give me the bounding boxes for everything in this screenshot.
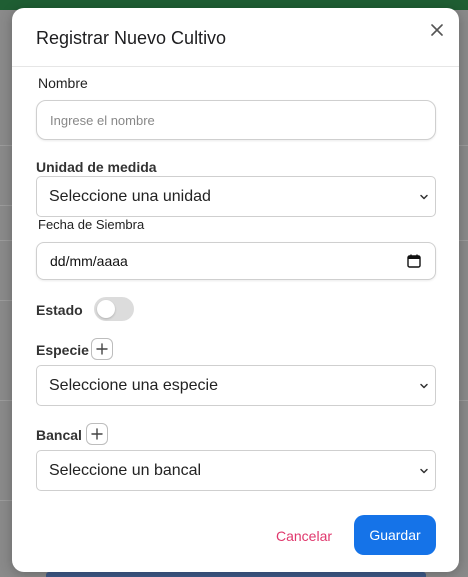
- cancel-button[interactable]: Cancelar: [276, 528, 332, 544]
- unidad-select-value: Seleccione una unidad: [49, 187, 211, 205]
- plus-icon: [96, 343, 108, 355]
- bancal-select-value: Seleccione un bancal: [49, 461, 202, 479]
- plus-icon: [91, 428, 103, 440]
- register-crop-modal: Registrar Nuevo Cultivo Nombre Ingrese e…: [12, 8, 459, 572]
- calendar-icon[interactable]: [407, 254, 421, 268]
- add-especie-button[interactable]: [91, 338, 113, 360]
- nombre-placeholder: Ingrese el nombre: [50, 112, 155, 128]
- estado-label: Estado: [36, 302, 83, 318]
- add-bancal-button[interactable]: [86, 423, 108, 445]
- unidad-label: Unidad de medida: [36, 159, 157, 175]
- save-button[interactable]: Guardar: [354, 515, 436, 555]
- nombre-label: Nombre: [38, 75, 88, 91]
- bancal-select[interactable]: Seleccione un bancal: [36, 450, 436, 491]
- unidad-select[interactable]: Seleccione una unidad: [36, 176, 436, 217]
- fecha-label: Fecha de Siembra: [38, 217, 145, 232]
- header-divider: [12, 66, 459, 67]
- background-button: [46, 572, 426, 577]
- especie-label: Especie: [36, 342, 89, 358]
- fecha-input[interactable]: dd/mm/aaaa: [36, 242, 436, 280]
- chevron-down-icon: [420, 383, 428, 388]
- especie-select-value: Seleccione una especie: [49, 376, 219, 394]
- bancal-label: Bancal: [36, 427, 82, 443]
- nombre-input[interactable]: Ingrese el nombre: [36, 100, 436, 140]
- toggle-knob: [97, 300, 115, 318]
- modal-title: Registrar Nuevo Cultivo: [36, 28, 227, 48]
- chevron-down-icon: [420, 194, 428, 199]
- chevron-down-icon: [420, 468, 428, 473]
- especie-select[interactable]: Seleccione una especie: [36, 365, 436, 406]
- close-icon[interactable]: [427, 20, 447, 40]
- fecha-value: dd/mm/aaaa: [50, 253, 128, 269]
- estado-toggle[interactable]: [94, 297, 134, 321]
